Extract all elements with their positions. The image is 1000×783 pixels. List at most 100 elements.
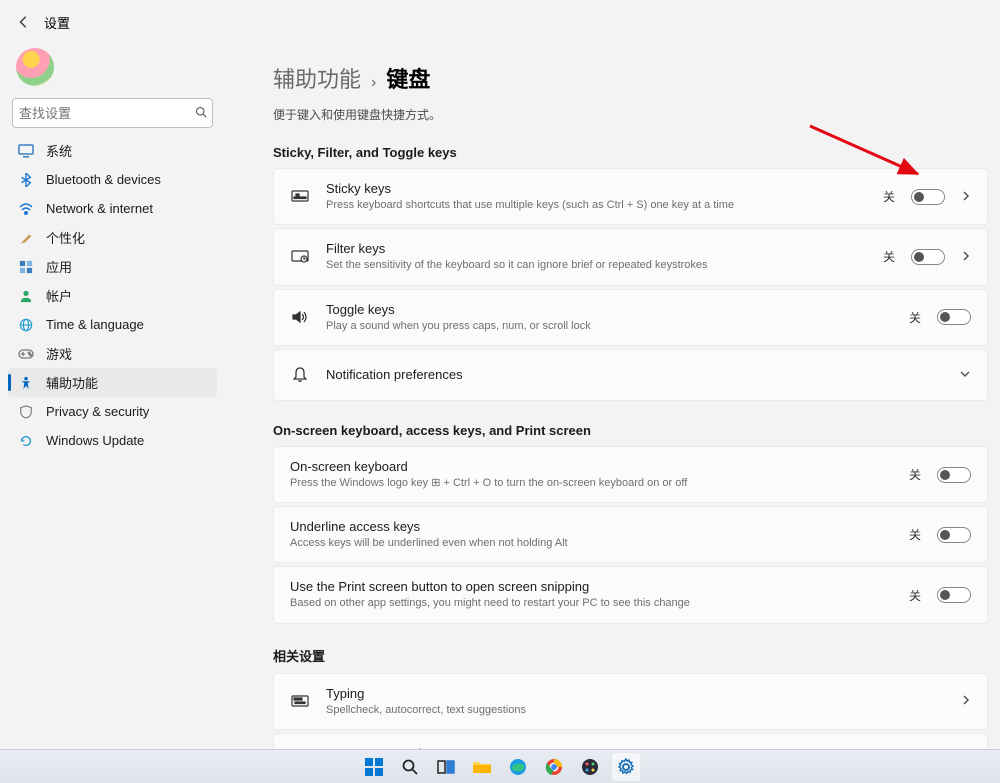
gear-icon [617, 758, 635, 776]
toggle-state: 关 [909, 587, 921, 604]
typing-card[interactable]: Typing Spellcheck, autocorrect, text sugg… [273, 673, 988, 730]
task-view-button[interactable] [431, 752, 461, 782]
titlebar: 设置 [0, 0, 1000, 44]
underline-access-card[interactable]: Underline access keys Access keys will be… [273, 506, 988, 563]
taskbar-chrome[interactable] [539, 752, 569, 782]
card-title: Use the Print screen button to open scre… [290, 579, 893, 594]
search-icon [402, 759, 418, 775]
breadcrumb-parent[interactable]: 辅助功能 [273, 62, 361, 94]
chevron-right-icon: › [371, 74, 376, 92]
globe-icon [18, 317, 34, 333]
nav-network[interactable]: Network & internet [8, 194, 217, 223]
section-title-related: 相关设置 [273, 646, 988, 665]
gamepad-icon [18, 346, 34, 362]
account-block[interactable] [8, 44, 217, 98]
underline-access-toggle[interactable] [937, 527, 971, 543]
nav-system[interactable]: 系统 [8, 136, 217, 165]
task-view-icon [437, 760, 455, 774]
apps-icon [18, 259, 34, 275]
wifi-icon [18, 201, 34, 217]
sticky-keys-toggle[interactable] [911, 189, 945, 205]
nav-label: Network & internet [46, 201, 153, 216]
nav-label: 个性化 [46, 228, 85, 247]
card-title: Sticky keys [326, 181, 867, 196]
app-title: 设置 [44, 13, 70, 32]
nav-label: Privacy & security [46, 404, 149, 419]
monitor-icon [18, 143, 34, 159]
accessibility-icon [18, 375, 34, 391]
folder-icon [472, 759, 492, 775]
card-title: Toggle keys [326, 302, 893, 317]
keyboard-icon [290, 691, 310, 711]
nav-gaming[interactable]: 游戏 [8, 339, 217, 368]
start-button[interactable] [359, 752, 389, 782]
card-title: Underline access keys [290, 519, 893, 534]
toggle-state: 关 [909, 309, 921, 326]
taskbar-search[interactable] [395, 752, 425, 782]
search-icon [195, 106, 207, 121]
chrome-icon [545, 758, 563, 776]
main-panel: 辅助功能 › 键盘 便于键入和使用键盘快捷方式。 Sticky, Filter,… [225, 44, 1000, 749]
bell-icon [290, 365, 310, 385]
sidebar: 系统 Bluetooth & devices Network & interne… [0, 44, 225, 749]
onscreen-keyboard-card[interactable]: On-screen keyboard Press the Windows logo… [273, 446, 988, 503]
section-title-onscreen: On-screen keyboard, access keys, and Pri… [273, 423, 988, 438]
card-desc: Press the Windows logo key ⊞ + Ctrl + O … [290, 476, 893, 490]
card-title: Notification preferences [326, 367, 943, 382]
nav-accounts[interactable]: 帐户 [8, 281, 217, 310]
sound-icon [290, 307, 310, 327]
nav-apps[interactable]: 应用 [8, 252, 217, 281]
keyboard-icon [290, 187, 310, 207]
nav-label: Bluetooth & devices [46, 172, 161, 187]
taskbar-paint[interactable] [575, 752, 605, 782]
onscreen-keyboard-toggle[interactable] [937, 467, 971, 483]
nav-personalization[interactable]: 个性化 [8, 223, 217, 252]
toggle-keys-toggle[interactable] [937, 309, 971, 325]
page-title: 键盘 [386, 62, 430, 94]
language-region-card[interactable]: Language & regionDisplay language, prefe… [273, 733, 988, 749]
back-button[interactable] [8, 6, 40, 38]
nav-time-language[interactable]: Time & language [8, 310, 217, 339]
toggle-state: 关 [909, 526, 921, 543]
brush-icon [18, 230, 34, 246]
print-screen-card[interactable]: Use the Print screen button to open scre… [273, 566, 988, 623]
card-desc: Spellcheck, autocorrect, text suggestion… [326, 703, 945, 717]
chevron-right-icon [961, 188, 971, 206]
search-input[interactable] [19, 106, 195, 121]
notification-prefs-card[interactable]: Notification preferences [273, 349, 988, 401]
card-title: On-screen keyboard [290, 459, 893, 474]
card-desc: Set the sensitivity of the keyboard so i… [326, 258, 867, 272]
taskbar-edge[interactable] [503, 752, 533, 782]
toggle-state: 关 [883, 248, 895, 265]
nav-accessibility[interactable]: 辅助功能 [8, 368, 217, 397]
nav-privacy[interactable]: Privacy & security [8, 397, 217, 426]
taskbar-explorer[interactable] [467, 752, 497, 782]
card-desc: Press keyboard shortcuts that use multip… [326, 198, 867, 212]
nav-label: Time & language [46, 317, 144, 332]
toggle-state: 关 [909, 466, 921, 483]
sticky-keys-card[interactable]: Sticky keys Press keyboard shortcuts that… [273, 168, 988, 225]
card-desc: Play a sound when you press caps, num, o… [326, 319, 893, 333]
nav-label: Windows Update [46, 433, 144, 448]
nav-windows-update[interactable]: Windows Update [8, 426, 217, 455]
toggle-keys-card[interactable]: Toggle keys Play a sound when you press c… [273, 289, 988, 346]
bluetooth-icon [18, 172, 34, 188]
nav-label: 应用 [46, 257, 72, 276]
nav-bluetooth[interactable]: Bluetooth & devices [8, 165, 217, 194]
search-box[interactable] [12, 98, 213, 128]
chevron-right-icon [961, 692, 971, 710]
chevron-down-icon [959, 366, 971, 384]
card-desc: Access keys will be underlined even when… [290, 536, 893, 550]
taskbar-settings[interactable] [611, 752, 641, 782]
card-title: Filter keys [326, 241, 867, 256]
keyboard-filter-icon [290, 247, 310, 267]
update-icon [18, 433, 34, 449]
nav-list: 系统 Bluetooth & devices Network & interne… [8, 136, 217, 455]
filter-keys-toggle[interactable] [911, 249, 945, 265]
print-screen-toggle[interactable] [937, 587, 971, 603]
nav-label: 帐户 [46, 286, 72, 305]
nav-label: 游戏 [46, 344, 72, 363]
card-title: Typing [326, 686, 945, 701]
taskbar [0, 749, 1000, 783]
filter-keys-card[interactable]: Filter keys Set the sensitivity of the ke… [273, 228, 988, 285]
